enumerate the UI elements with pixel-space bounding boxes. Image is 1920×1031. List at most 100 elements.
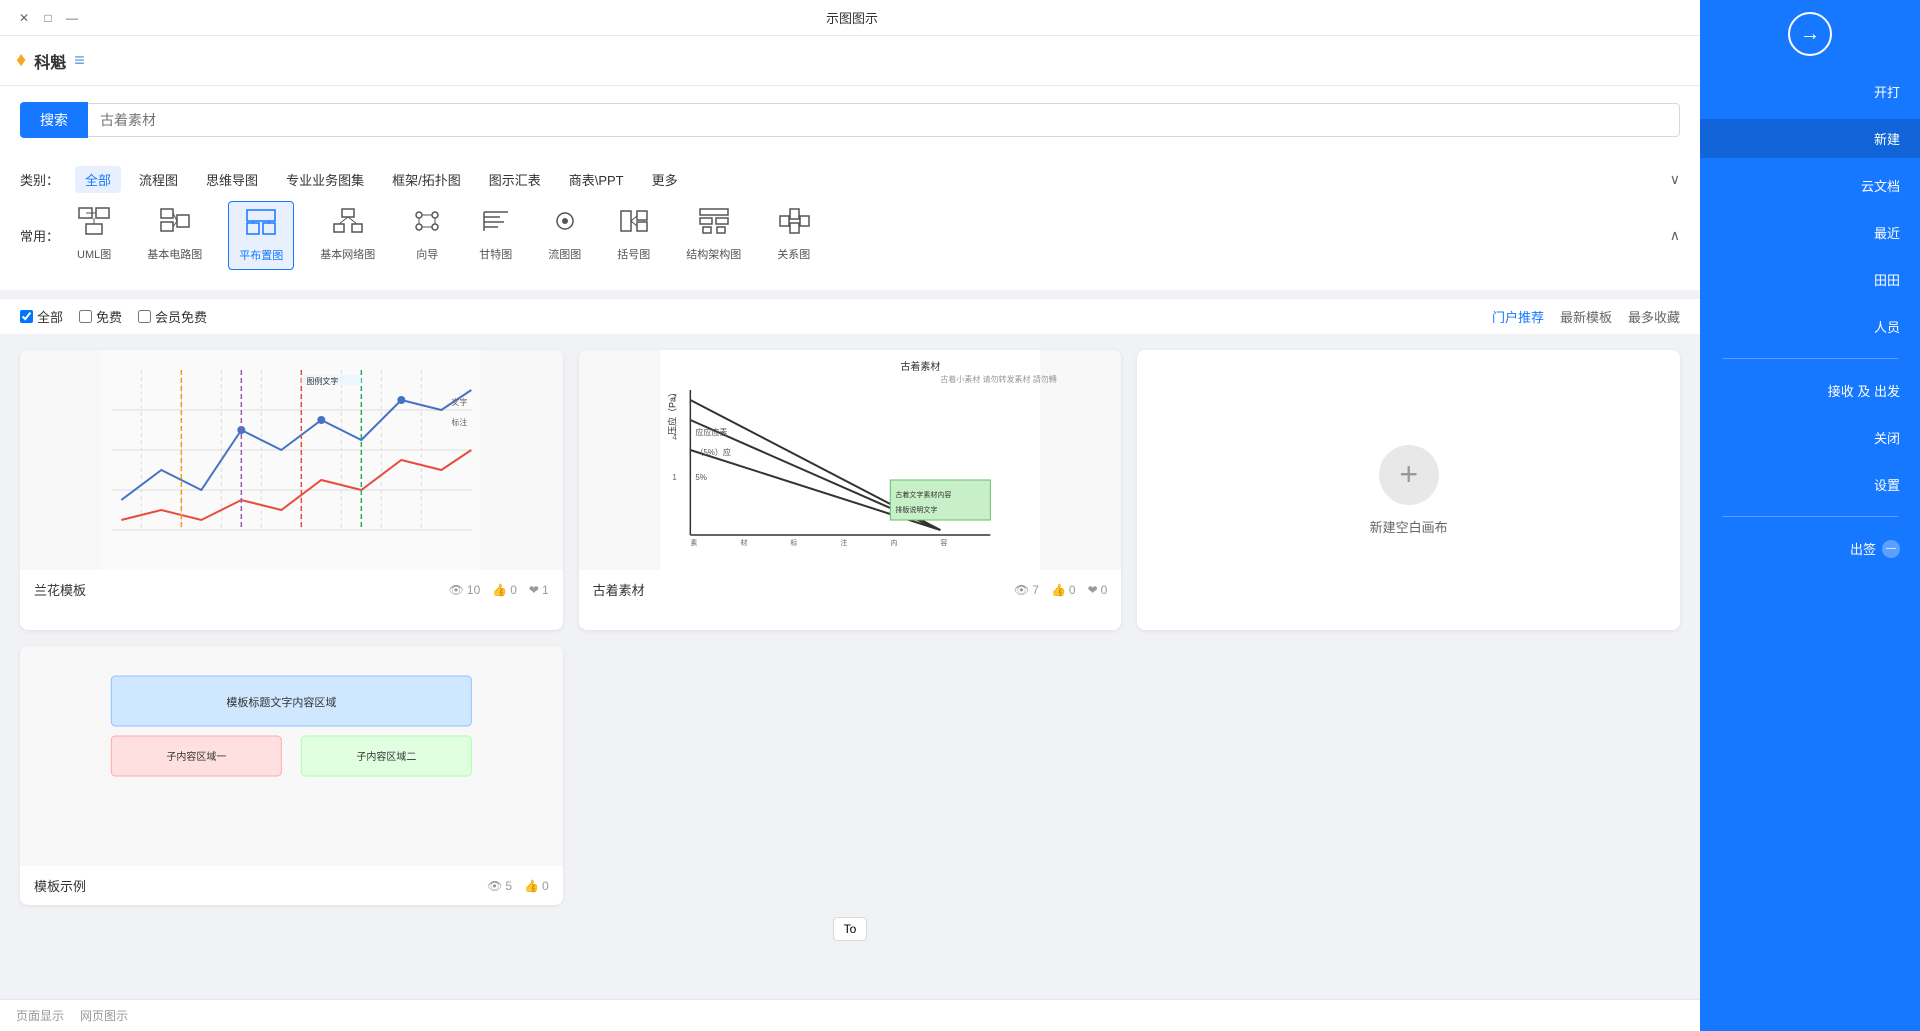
card-1[interactable]: 图例文字 文字 标注 兰花模板 👁 10 👍: [20, 350, 563, 630]
type-item-struct[interactable]: 结构架构图: [676, 201, 751, 270]
type-item-uml[interactable]: UML图: [67, 201, 121, 270]
prev-page-btn[interactable]: To: [833, 917, 868, 941]
direction-icon: [411, 207, 443, 242]
category-tags: 全部 流程图 思维导图 专业业务图集 框架/拓扑图 图示汇表 商表\PPT 更多: [75, 166, 688, 193]
all-checkbox[interactable]: [20, 310, 33, 323]
sidebar-logout-btn[interactable]: 出签 —: [1700, 529, 1920, 568]
logo-icon: ♦: [16, 49, 26, 72]
content-grid: 图例文字 文字 标注 兰花模板 👁 10 👍: [20, 350, 1680, 905]
member-label: 会员免费: [155, 307, 207, 326]
logout-icon: —: [1882, 540, 1900, 558]
sidebar-divider-2: [1722, 516, 1898, 517]
like-icon: 👍: [492, 583, 507, 597]
category-tag-all[interactable]: 全部: [75, 166, 121, 193]
doc-icon[interactable]: ≡: [74, 50, 85, 71]
view-icon-4: 👁: [487, 879, 502, 893]
bottom-bar: 页面显示 网页图示: [0, 999, 1700, 1031]
member-checkbox[interactable]: [138, 310, 151, 323]
type-item-flat-layout[interactable]: 平布置图: [228, 201, 294, 270]
sort-portal[interactable]: 门户推荐: [1492, 307, 1544, 326]
sort-most-favorite[interactable]: 最多收藏: [1628, 307, 1680, 326]
svg-text:排版说明文字: 排版说明文字: [895, 505, 937, 514]
category-tag-mind[interactable]: 思维导图: [196, 166, 268, 193]
category-tag-frame[interactable]: 框架/拓扑图: [382, 166, 471, 193]
category-toggle-btn[interactable]: ∨: [1670, 171, 1680, 188]
maximize-button[interactable]: □: [40, 10, 56, 26]
basic-network-icon: [332, 207, 364, 242]
svg-text:标注: 标注: [451, 417, 467, 427]
type-item-basic-circuit[interactable]: 基本电路图: [137, 201, 212, 270]
free-checkbox-label[interactable]: 免费: [79, 307, 122, 326]
sidebar-item-recent[interactable]: 最近: [1700, 213, 1920, 252]
card-1-image: 图例文字 文字 标注: [20, 350, 563, 570]
svg-text:文字: 文字: [451, 397, 467, 407]
member-checkbox-label[interactable]: 会员免费: [138, 307, 207, 326]
card-2[interactable]: 古着素材 古着小素材 请勿转发素材 請勿轉 7 4 1 压应（Pa）: [579, 350, 1122, 630]
like-icon-4: 👍: [524, 879, 539, 893]
sidebar-item-template[interactable]: 田田: [1700, 260, 1920, 299]
all-label: 全部: [37, 307, 63, 326]
card-4[interactable]: 模板标题文字内容区域 子内容区域一 子内容区域二 模板示例 👁 5: [20, 646, 563, 905]
app-name: 科魁: [34, 49, 66, 73]
flow-icon: [549, 207, 581, 242]
sidebar-share-label: 接收 及 出发: [1828, 381, 1900, 400]
all-checkbox-label[interactable]: 全部: [20, 307, 63, 326]
type-item-basic-network[interactable]: 基本网络图: [310, 201, 385, 270]
gantt-label: 甘特图: [479, 246, 512, 262]
search-bar: 搜索: [0, 86, 1700, 154]
card-1-title: 兰花模板: [34, 580, 86, 599]
search-input[interactable]: [88, 103, 1680, 137]
category-tag-flow[interactable]: 流程图: [129, 166, 188, 193]
sidebar-cloud-label: 云文档: [1861, 176, 1900, 195]
type-item-direction[interactable]: 向导: [401, 201, 453, 270]
category-label: 类别：: [20, 170, 59, 189]
sidebar-recent-label: 最近: [1874, 223, 1900, 242]
svg-text:素: 素: [690, 538, 697, 547]
free-checkbox[interactable]: [79, 310, 92, 323]
sort-latest[interactable]: 最新模板: [1560, 307, 1612, 326]
svg-text:压应（Pa）: 压应（Pa）: [666, 388, 677, 435]
type-item-bracket[interactable]: 括号图: [607, 201, 660, 270]
category-tag-more[interactable]: 更多: [642, 166, 688, 193]
category-tag-pro[interactable]: 专业业务图集: [276, 166, 374, 193]
card-new-blank[interactable]: + 新建空白画布: [1137, 350, 1680, 630]
search-button[interactable]: 搜索: [20, 102, 88, 138]
category-tag-ppt[interactable]: 商表\PPT: [559, 166, 634, 193]
window-controls[interactable]: ✕ □ —: [16, 10, 80, 26]
sidebar-item-cloud[interactable]: 云文档: [1700, 166, 1920, 205]
title-bar: ✕ □ — 示图图示: [0, 0, 1700, 36]
sidebar-item-close[interactable]: 关闭: [1700, 418, 1920, 457]
sidebar-close-label: 关闭: [1874, 428, 1900, 447]
card-1-footer: 兰花模板 👁 10 👍 0 ❤ 1: [20, 570, 563, 609]
close-button[interactable]: ✕: [16, 10, 32, 26]
type-expand-btn[interactable]: ∧: [1670, 227, 1680, 244]
type-item-relation[interactable]: 关系图: [767, 201, 820, 270]
card-1-views: 👁 10: [449, 583, 481, 597]
card-4-title: 模板示例: [34, 876, 86, 895]
sidebar-item-share[interactable]: 接收 及 出发: [1700, 371, 1920, 410]
card-1-stats: 👁 10 👍 0 ❤ 1: [449, 583, 549, 597]
basic-circuit-label: 基本电路图: [147, 246, 202, 262]
sidebar-item-mine[interactable]: 人员: [1700, 307, 1920, 346]
type-item-flow[interactable]: 流图图: [538, 201, 591, 270]
sidebar-item-setting[interactable]: 设置: [1700, 465, 1920, 504]
sidebar-divider-1: [1722, 358, 1898, 359]
sidebar-item-open[interactable]: 开打: [1700, 72, 1920, 111]
svg-text:容: 容: [940, 538, 947, 547]
svg-text:5%: 5%: [695, 473, 707, 482]
new-blank-text: 新建空白画布: [1370, 517, 1448, 536]
sidebar-item-new[interactable]: 新建: [1700, 119, 1920, 158]
svg-text:内: 内: [890, 538, 897, 547]
card-2-favorites: ❤ 0: [1088, 583, 1108, 597]
category-tag-chart[interactable]: 图示汇表: [479, 166, 551, 193]
minimize-button[interactable]: —: [64, 10, 80, 26]
like-icon-2: 👍: [1051, 583, 1066, 597]
sidebar-arrow-btn[interactable]: →: [1788, 12, 1832, 56]
type-items: UML图 基本电路图 平布置图: [67, 201, 820, 270]
card-4-likes: 👍 0: [524, 879, 549, 893]
filter-panel: 类别： 全部 流程图 思维导图 专业业务图集 框架/拓扑图 图示汇表 商表\PP…: [0, 154, 1700, 290]
svg-text:（5%）应: （5%）应: [695, 447, 731, 457]
type-item-gantt[interactable]: 甘特图: [469, 201, 522, 270]
sidebar-mine-label: 人员: [1874, 317, 1900, 336]
sidebar-template-label: 田田: [1874, 270, 1900, 289]
